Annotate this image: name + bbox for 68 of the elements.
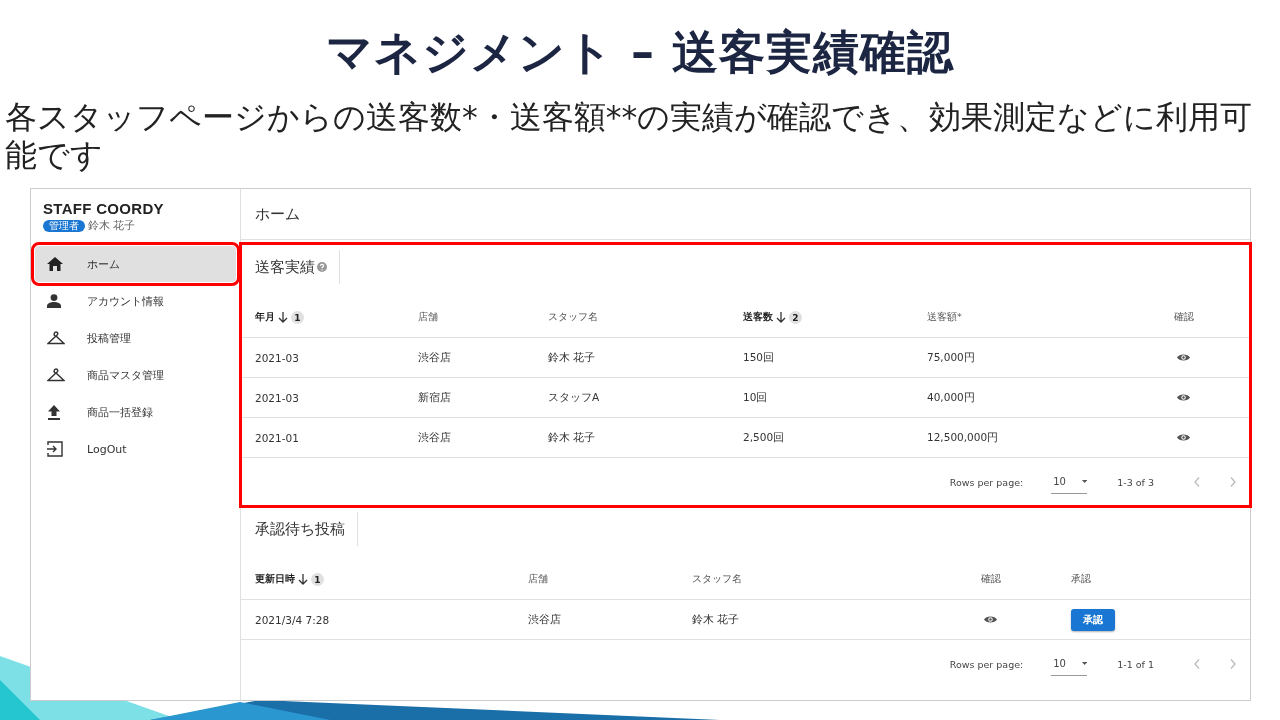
nav-item[interactable]: LogOut bbox=[35, 431, 236, 467]
approve-button[interactable]: 承認 bbox=[1071, 608, 1115, 631]
person-icon bbox=[47, 294, 61, 308]
sort-arrow-icon[interactable] bbox=[298, 574, 308, 585]
nav-item[interactable]: 投稿管理 bbox=[35, 320, 236, 356]
nav-item[interactable]: 商品一括登録 bbox=[35, 394, 236, 430]
table-cell: 2021/3/4 7:28 bbox=[255, 613, 330, 626]
column-header[interactable]: 年月 bbox=[255, 311, 275, 324]
column-header: 確認 bbox=[980, 573, 1001, 586]
column-header: 店舗 bbox=[528, 573, 548, 586]
table-cell: 2021-03 bbox=[255, 351, 299, 364]
table-cell: 渋谷店 bbox=[528, 612, 561, 627]
sort-arrow-icon[interactable] bbox=[776, 312, 786, 323]
table-cell: 150回 bbox=[743, 350, 775, 365]
rows-per-page-select[interactable]: 10 bbox=[1051, 652, 1088, 676]
app-brand: STAFF COORDY bbox=[43, 200, 164, 217]
slide-description: 各スタッフページからの送客数*・送客額**の実績が確認でき、効果測定などに利用可能です bbox=[5, 98, 1254, 174]
table-cell: 渋谷店 bbox=[418, 430, 451, 445]
page-title: ホーム bbox=[255, 204, 300, 224]
column-header: スタッフ名 bbox=[548, 311, 598, 324]
logout-icon bbox=[47, 441, 63, 457]
eye-icon[interactable] bbox=[1177, 353, 1190, 362]
table-cell: 2021-03 bbox=[255, 391, 299, 404]
column-header[interactable]: 更新日時 bbox=[255, 573, 295, 586]
table-cell: 鈴木 花子 bbox=[548, 350, 596, 365]
caret-icon bbox=[1081, 661, 1088, 666]
eye-icon[interactable] bbox=[984, 615, 997, 624]
column-header: 確認 bbox=[1173, 311, 1194, 324]
sort-order-badge: 2 bbox=[789, 311, 802, 324]
table-cell: 12,500,000円 bbox=[927, 430, 999, 445]
eye-icon[interactable] bbox=[1177, 433, 1190, 442]
table-cell: スタッフA bbox=[548, 390, 600, 405]
section-title: 送客実績 bbox=[255, 257, 315, 277]
table-cell: 渋谷店 bbox=[418, 350, 451, 365]
column-header: 送客額* bbox=[927, 311, 962, 324]
table-cell: 2,500回 bbox=[743, 430, 785, 445]
column-header: 承認 bbox=[1071, 573, 1091, 586]
table-cell: 40,000円 bbox=[927, 390, 975, 405]
table-cell: 新宿店 bbox=[418, 390, 451, 405]
home-icon bbox=[47, 257, 63, 271]
slide-title: マネジメント – 送客実績確認 bbox=[325, 24, 955, 81]
page-range: 1-1 of 1 bbox=[1117, 658, 1154, 670]
column-header: スタッフ名 bbox=[692, 573, 742, 586]
table-cell: 鈴木 花子 bbox=[692, 612, 740, 627]
hanger-icon bbox=[47, 368, 65, 382]
hanger-icon bbox=[47, 331, 65, 345]
table-cell: 2021-01 bbox=[255, 431, 299, 444]
help-icon[interactable] bbox=[317, 262, 327, 272]
column-header[interactable]: 送客数 bbox=[743, 311, 773, 324]
section-title: 承認待ち投稿 bbox=[255, 519, 345, 539]
caret-icon bbox=[1081, 479, 1088, 484]
upload-icon bbox=[47, 404, 61, 420]
sort-arrow-icon[interactable] bbox=[278, 312, 288, 323]
column-header: 店舗 bbox=[418, 311, 438, 324]
sort-order-badge: 1 bbox=[311, 573, 324, 586]
rows-per-page-select[interactable]: 10 bbox=[1051, 470, 1088, 494]
sort-order-badge: 1 bbox=[291, 311, 304, 324]
nav-item[interactable]: 商品マスタ管理 bbox=[35, 357, 236, 393]
eye-icon[interactable] bbox=[1177, 393, 1190, 402]
table-cell: 鈴木 花子 bbox=[548, 430, 596, 445]
nav-item[interactable]: アカウント情報 bbox=[35, 283, 236, 319]
table-cell: 75,000円 bbox=[927, 350, 975, 365]
page-range: 1-3 of 3 bbox=[1117, 476, 1154, 488]
rows-per-page-label: Rows per page: bbox=[949, 476, 1024, 488]
user-name: 鈴木 花子 bbox=[88, 218, 136, 233]
role-badge: 管理者 bbox=[43, 219, 85, 232]
table-cell: 10回 bbox=[743, 390, 768, 405]
rows-per-page-label: Rows per page: bbox=[949, 658, 1024, 670]
